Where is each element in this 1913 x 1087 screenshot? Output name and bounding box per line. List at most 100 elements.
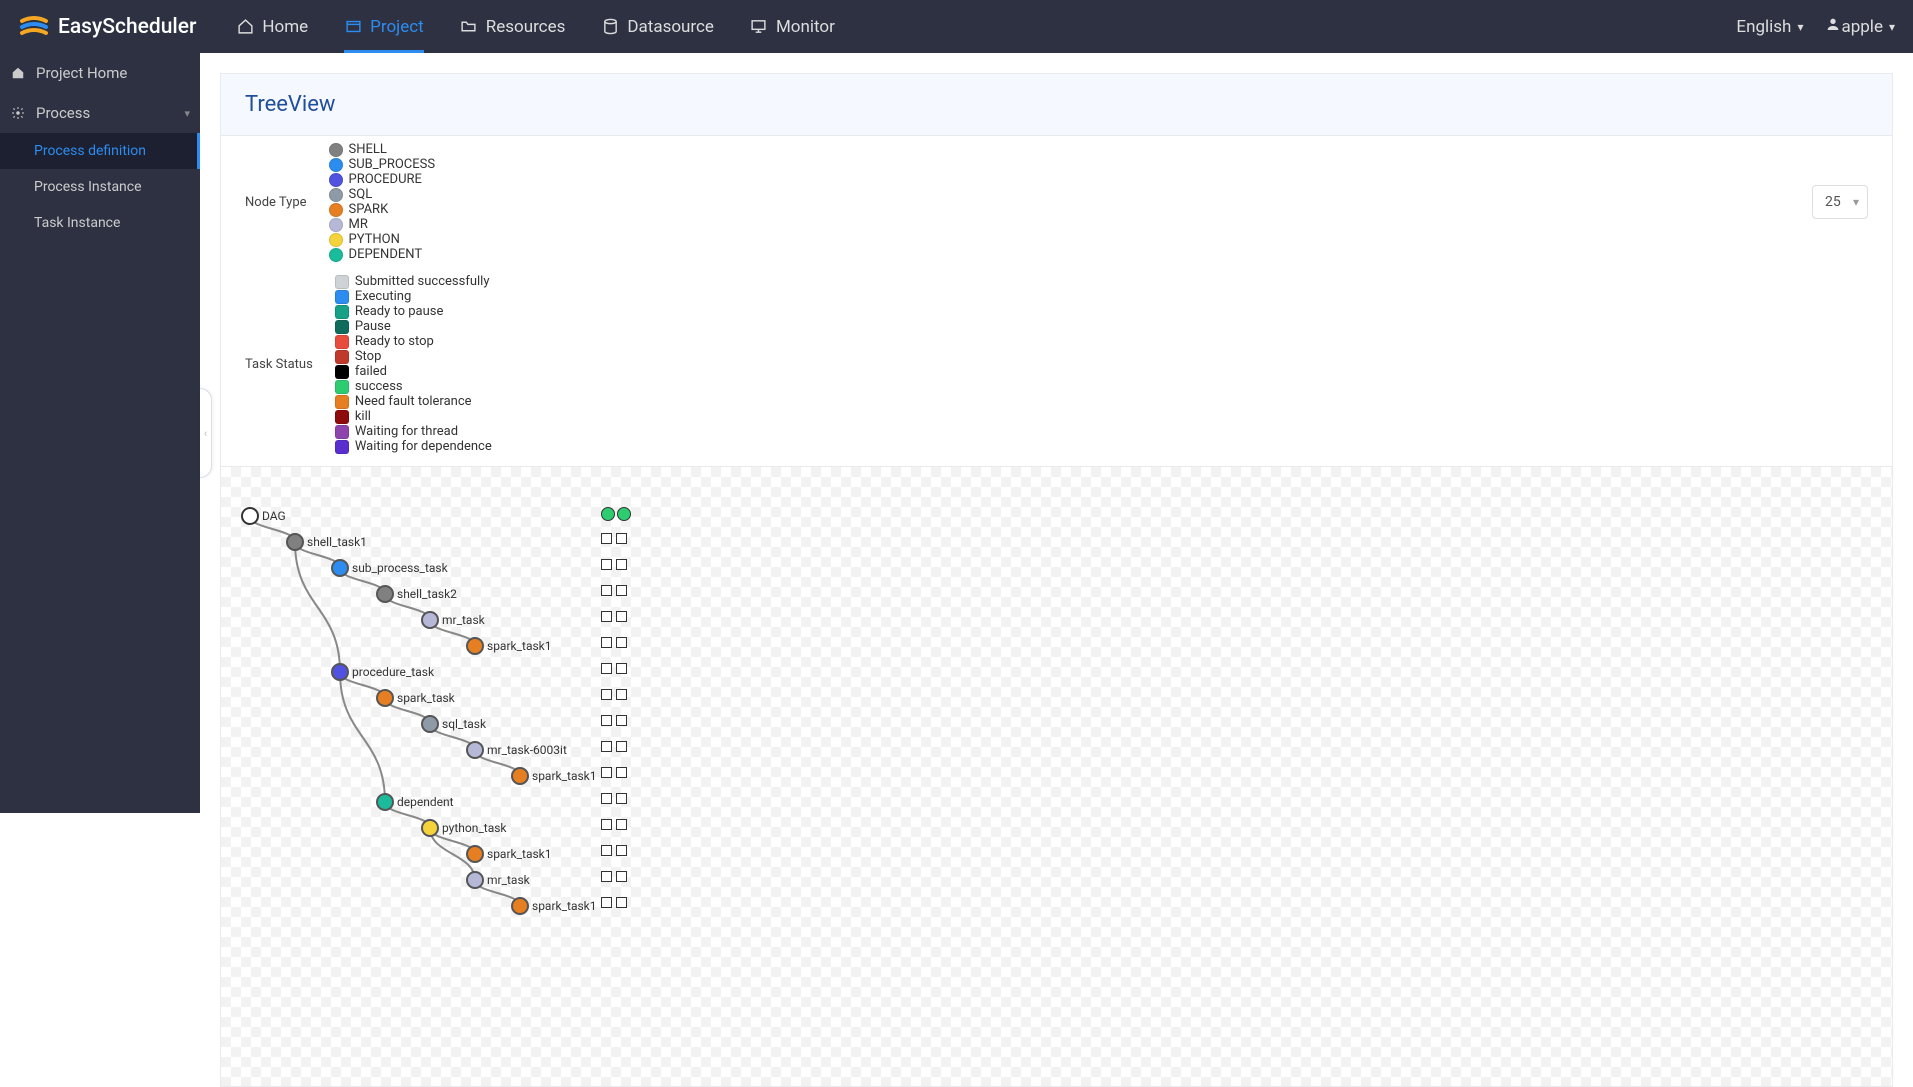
legend-status-ready-to-stop: Ready to stop	[335, 334, 492, 349]
nav-resources[interactable]: Resources	[460, 0, 566, 53]
status-group	[601, 611, 629, 622]
node-type-label: Node Type	[245, 195, 307, 210]
status-square-icon	[601, 715, 612, 726]
node-icon	[331, 663, 349, 681]
status-group	[601, 871, 629, 882]
status-square-icon	[601, 845, 612, 856]
legend-dot-icon	[329, 218, 343, 232]
nav-datasource-label: Datasource	[627, 17, 714, 37]
nav-home[interactable]: Home	[236, 0, 308, 53]
legend-dot-icon	[329, 158, 343, 172]
status-square-icon	[601, 897, 612, 908]
tree-canvas[interactable]: DAGshell_task1 sub_process_task shell_task…	[221, 466, 1892, 1086]
tree-node[interactable]: dependent	[376, 793, 454, 811]
legend-square-icon	[335, 395, 349, 409]
tree-node[interactable]: spark_task	[376, 689, 455, 707]
sidebar-process-instance[interactable]: Process Instance	[0, 169, 200, 205]
sidebar-process[interactable]: Process ▾	[0, 93, 200, 133]
user-icon	[1825, 16, 1841, 37]
sidebar-process-definition[interactable]: Process definition	[0, 133, 200, 169]
legend-dot-icon	[329, 203, 343, 217]
gear-icon	[10, 105, 26, 121]
legend-status-stop: Stop	[335, 349, 492, 364]
nav-resources-label: Resources	[486, 17, 566, 37]
monitor-icon	[750, 18, 768, 36]
legend-dot-icon	[329, 143, 343, 157]
legend-square-icon	[335, 335, 349, 349]
legend-dot-icon	[329, 188, 343, 202]
page-size-select-wrap: 25	[1812, 185, 1868, 219]
legend-dot-icon	[329, 173, 343, 187]
status-square-icon	[616, 871, 627, 882]
language-label: English	[1736, 17, 1791, 37]
language-selector[interactable]: English ▾	[1736, 17, 1803, 37]
status-group	[601, 741, 629, 752]
legend-dot-icon	[329, 233, 343, 247]
status-group	[601, 715, 629, 726]
tree-node[interactable]: spark_task1	[466, 845, 552, 863]
tree-root[interactable]: DAG	[241, 507, 286, 525]
sidebar-project-home[interactable]: Project Home	[0, 53, 200, 93]
node-icon	[421, 611, 439, 629]
status-square-icon	[616, 897, 627, 908]
status-square-icon	[601, 533, 612, 544]
legend-status-success: success	[335, 379, 492, 394]
node-icon	[466, 637, 484, 655]
legend-type-procedure: PROCEDURE	[329, 172, 436, 187]
legend-square-icon	[335, 365, 349, 379]
status-square-icon	[616, 767, 627, 778]
node-icon	[511, 767, 529, 785]
legend-square-icon	[335, 275, 349, 289]
tree-node[interactable]: mr_task	[466, 871, 530, 889]
status-group	[601, 767, 629, 778]
legend-status-failed: failed	[335, 364, 492, 379]
sidebar-task-instance[interactable]: Task Instance	[0, 205, 200, 241]
nav-right: English ▾ apple ▾	[1736, 16, 1895, 37]
status-square-icon	[616, 819, 627, 830]
tree-node[interactable]: spark_task1	[511, 767, 597, 785]
legend-status-executing: Executing	[335, 289, 492, 304]
top-nav: EasyScheduler Home Project Resources Dat…	[0, 0, 1913, 53]
tree-node[interactable]: mr_task	[421, 611, 485, 629]
nav-monitor-label: Monitor	[776, 17, 835, 37]
status-square-icon	[616, 637, 627, 648]
brand[interactable]: EasyScheduler	[18, 15, 196, 39]
nav-project[interactable]: Project	[344, 0, 424, 53]
sidebar: Project Home Process ▾ Process definitio…	[0, 53, 200, 813]
status-square-icon	[616, 611, 627, 622]
tree-node[interactable]: python_task	[421, 819, 507, 837]
status-square-icon	[601, 585, 612, 596]
tree-node[interactable]: mr_task-6003it	[466, 741, 567, 759]
node-icon	[286, 533, 304, 551]
nav-monitor[interactable]: Monitor	[750, 0, 835, 53]
legend-dot-icon	[329, 248, 343, 262]
status-group	[601, 507, 631, 521]
legend-task-status: Task Status Submitted successfullyExecut…	[221, 268, 1892, 466]
user-menu[interactable]: apple ▾	[1825, 16, 1895, 37]
nav-datasource[interactable]: Datasource	[601, 0, 714, 53]
status-square-icon	[616, 793, 627, 804]
status-group	[601, 793, 629, 804]
page-size-select[interactable]: 25	[1812, 185, 1868, 219]
tree-node[interactable]: sub_process_task	[331, 559, 448, 577]
sidebar-task-instance-label: Task Instance	[34, 215, 120, 231]
tree-node[interactable]: sql_task	[421, 715, 486, 733]
tree-node[interactable]: shell_task1	[286, 533, 367, 551]
node-icon	[376, 585, 394, 603]
tree-node[interactable]: spark_task1	[511, 897, 597, 915]
node-icon	[466, 845, 484, 863]
legend-square-icon	[335, 290, 349, 304]
status-group	[601, 533, 629, 544]
legend-status-submitted-successfully: Submitted successfully	[335, 274, 492, 289]
node-icon	[466, 741, 484, 759]
tree-node[interactable]: spark_task1	[466, 637, 552, 655]
legend-square-icon	[335, 350, 349, 364]
tree-node[interactable]: procedure_task	[331, 663, 434, 681]
legend-type-sub_process: SUB_PROCESS	[329, 157, 436, 172]
status-square-icon	[616, 663, 627, 674]
status-group	[601, 845, 629, 856]
node-icon	[376, 793, 394, 811]
legend-type-shell: SHELL	[329, 142, 436, 157]
tree-node[interactable]: shell_task2	[376, 585, 457, 603]
project-icon	[344, 18, 362, 36]
